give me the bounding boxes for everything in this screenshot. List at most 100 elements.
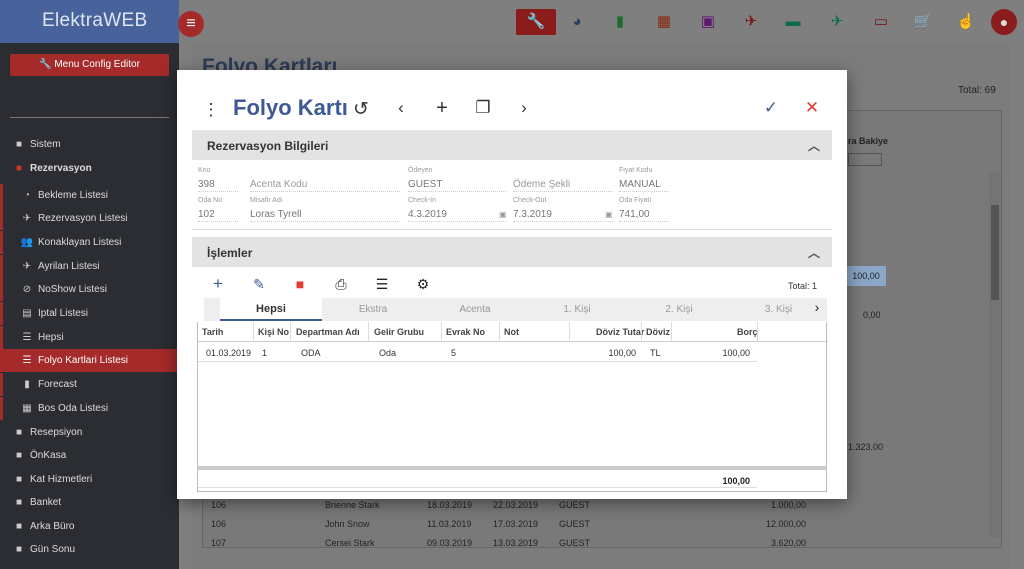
tab-scroll-right-icon[interactable]: › [807,299,827,315]
panel-title: İşlemler [207,246,253,260]
sidebar-item-banket[interactable]: ■ Banket [0,491,179,514]
list-icon: ☰ [22,355,32,366]
table-row-name: John Snow [325,519,370,529]
check-out-field[interactable]: 7.3.2019 [513,209,613,222]
sidebar-item-label: Hepsi [38,332,64,343]
folder-icon: ■ [15,544,23,555]
column-header[interactable]: Döviz [646,327,670,337]
sidebar-item-konaklayan-listesi[interactable]: 👥 Konaklayan Listesi [0,231,179,254]
sidebar-item-bos-oda-listesi[interactable]: ▦ Bos Oda Listesi [0,397,179,420]
tab-ekstra[interactable]: Ekstra [322,298,424,321]
acenta-kodu-field[interactable]: Acenta Kodu [250,179,400,192]
table-row-name: Brienne Stark [325,500,380,510]
odeme-sekli-field[interactable]: Ödeme Şekli [513,179,613,192]
grid-summary-row: 100,00 [197,470,827,492]
touch-icon[interactable]: ☝ [946,9,986,35]
folder-icon: ■ [15,450,23,461]
print-icon[interactable]: ⎙ [331,276,351,293]
panel-header-islemler[interactable]: İşlemler ︿ [192,237,832,267]
filter-input[interactable] [848,153,882,166]
chevron-right-icon[interactable]: › [514,98,534,118]
sidebar-item-rezervasyon-listesi[interactable]: ✈ Rezervasyon Listesi [0,207,179,230]
copy-icon[interactable]: ❐ [473,98,493,118]
edit-icon[interactable]: ✎ [249,276,269,293]
tab-acenta[interactable]: Acenta [424,298,526,321]
check-in-field[interactable]: 4.3.2019 [408,209,506,222]
field-label: Oda Fiyatı [619,197,652,204]
calendar-icon[interactable]: ▣ [499,210,507,219]
column-header-bakiye: ra Bakiye [848,136,889,146]
chevron-up-icon[interactable]: ︿ [808,244,820,261]
odeyen-field[interactable]: GUEST [408,179,506,192]
misafir-adi-field[interactable]: Loras Tyrell [250,209,400,222]
hamburger-menu-button[interactable]: ≡ [178,11,204,37]
bar-chart-icon[interactable]: ▮ [600,9,640,35]
column-divider [253,322,254,342]
column-header[interactable]: Departman Adı [296,327,360,337]
sidebar-item-rezervasyon[interactable]: ■ Rezervasyon [0,157,179,180]
bed-icon[interactable]: ▬ [773,9,813,35]
sidebar-item-onkasa[interactable]: ■ ÖnKasa [0,444,179,467]
settings-gear-icon[interactable]: ⚙ [413,276,433,293]
chevron-up-icon[interactable]: ︿ [808,137,820,154]
sidebar-item-sistem[interactable]: ■ Sistem [0,133,179,156]
table-row-amount: 12.000,00 [766,519,807,529]
menu-icon[interactable]: ☰ [372,276,392,293]
kno-field[interactable]: 398 [198,179,238,192]
check-icon[interactable]: ✓ [760,98,782,118]
menu-config-editor-button[interactable]: 🔧 Menu Config Editor [10,54,169,76]
oda-no-field[interactable]: 102 [198,209,238,222]
cell-doviz: TL [650,348,661,358]
column-header[interactable]: Tarih [202,327,223,337]
sidebar-item-resepsiyon[interactable]: ■ Resepsiyon [0,421,179,444]
sidebar-item-gun-sonu[interactable]: ■ Gün Sonu [0,538,179,561]
scrollbar-thumb[interactable] [991,205,999,300]
sidebar-item-kat-hizmetleri[interactable]: ■ Kat Hizmetleri [0,468,179,491]
column-header[interactable]: Evrak No [446,327,485,337]
dialog-title: Folyo Kartı [233,95,348,120]
grid-icon[interactable]: ▦ [644,9,684,35]
column-header[interactable]: Gelir Grubu [374,327,424,337]
sidebar-item-arka-buro[interactable]: ■ Arka Büro [0,515,179,538]
sidebar-item-hepsi[interactable]: ☰ Hepsi [0,326,179,349]
table-row-no: 107 [211,538,227,548]
sidebar-item-iptal-listesi[interactable]: ▤ Iptal Listesi [0,302,179,325]
column-header[interactable]: Not [504,327,519,337]
sidebar: ElektraWEB 🔧 Menu Config Editor ■ Sistem … [0,0,179,569]
column-header[interactable]: Kişi No [258,327,289,337]
oda-fiyati-field[interactable]: 741,00 [619,209,669,222]
user-avatar-icon[interactable]: ● [991,9,1017,35]
pie-chart-icon[interactable]: ◕ [557,9,597,35]
calendar-icon[interactable]: ▣ [605,210,613,219]
column-divider [569,322,570,342]
tab-kisi-2[interactable]: 2. Kişi [628,298,730,321]
sidebar-item-ayrilan-listesi[interactable]: ✈ Ayrilan Listesi [0,255,179,278]
tab-kisi-1[interactable]: 1. Kişi [526,298,628,321]
sidebar-item-bekleme-listesi[interactable]: ◔ Bekleme Listesi [0,184,179,207]
sidebar-item-folyo-kartlari-listesi[interactable]: ☰ Folyo Kartlari Listesi [0,349,179,372]
fiyat-kodu-field[interactable]: MANUAL [619,179,669,192]
delete-icon[interactable]: ■ [290,276,310,292]
table-row-checkin: 09.03.2019 [427,538,473,548]
add-icon[interactable]: + [432,97,452,120]
more-vert-icon[interactable]: ⋮ [201,100,221,120]
tab-hepsi[interactable]: Hepsi [220,298,322,321]
table-row-type: GUEST [559,519,591,529]
sidebar-item-forecast[interactable]: ▮ Forecast [0,373,179,396]
cart-icon[interactable]: 🛒 [903,9,943,35]
add-icon[interactable]: + [208,274,228,294]
panel-header-rezervasyon[interactable]: Rezervasyon Bilgileri ︿ [192,130,832,160]
wrench-icon[interactable]: 🔧 [516,9,556,35]
sidebar-item-noshow-listesi[interactable]: ⊘ NoShow Listesi [0,278,179,301]
close-icon[interactable]: ✕ [801,98,823,118]
column-header[interactable]: Döviz Tutar [596,327,644,337]
table-row[interactable] [198,342,757,362]
plane-arrival-icon[interactable]: ✈ [731,9,771,35]
history-icon[interactable]: ↺ [349,98,373,121]
plane-departure-icon[interactable]: ✈ [817,9,857,35]
calendar-icon[interactable]: ▣ [688,9,728,35]
credit-card-icon[interactable]: ▭ [861,9,901,35]
cell-tarih: 01.03.2019 [206,348,252,358]
column-header[interactable]: Borç [737,327,758,337]
chevron-left-icon[interactable]: ‹ [391,98,411,118]
